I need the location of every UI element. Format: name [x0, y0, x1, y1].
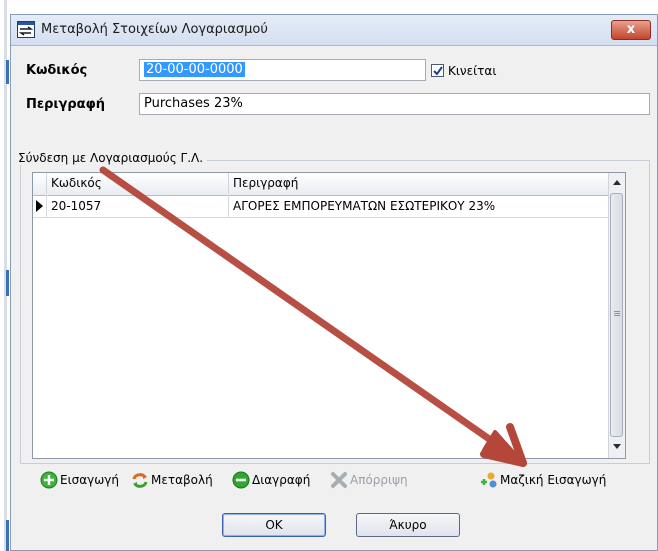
- background-accent: [6, 520, 9, 551]
- bulk-insert-label: Μαζική Εισαγωγή: [500, 473, 607, 487]
- row-code[interactable]: 20-1057: [47, 195, 229, 217]
- scroll-up-icon[interactable]: [613, 180, 621, 185]
- gl-accounts-grid[interactable]: Κωδικός Περιγραφή 20-1057 ΑΓΟΡΕΣ ΕΜΠΟΡΕΥ…: [32, 172, 626, 459]
- code-label: Κωδικός: [26, 63, 88, 78]
- column-header-code[interactable]: Κωδικός: [47, 173, 229, 194]
- gl-link-group-title: Σύνδεση με Λογαριασμούς Γ.Λ.: [18, 151, 208, 165]
- cancel-button[interactable]: Άκυρο: [356, 513, 460, 537]
- background-accent: [6, 60, 9, 84]
- table-row[interactable]: 20-1057 ΑΓΟΡΕΣ ΕΜΠΟΡΕΥΜΑΤΩΝ ΕΣΩΤΕΡΙΚΟΥ 2…: [33, 195, 611, 218]
- row-description[interactable]: ΑΓΟΡΕΣ ΕΜΠΟΡΕΥΜΑΤΩΝ ΕΣΩΤΕΡΙΚΟΥ 23%: [229, 195, 611, 217]
- description-value: Purchases 23%: [144, 96, 243, 111]
- ok-button[interactable]: OK: [222, 513, 326, 537]
- minus-circle-icon: [232, 471, 250, 489]
- close-button[interactable]: x: [611, 20, 651, 40]
- grid-scrollbar[interactable]: [608, 173, 625, 458]
- bulk-insert-icon: [481, 472, 497, 488]
- description-label: Περιγραφή: [26, 97, 106, 112]
- window-icon: [17, 21, 35, 38]
- refresh-arrows-icon: [132, 473, 148, 488]
- x-mark-icon: [331, 472, 347, 488]
- window-title: Μεταβολή Στοιχείων Λογαριασμού: [41, 22, 268, 37]
- description-field[interactable]: Purchases 23%: [139, 93, 650, 115]
- code-value: 20-00-00-0000: [144, 62, 245, 77]
- title-bar[interactable]: Μεταβολή Στοιχείων Λογαριασμού x: [11, 15, 657, 46]
- background-accent: [6, 270, 9, 296]
- delete-label: Διαγραφή: [252, 473, 311, 487]
- code-field[interactable]: 20-00-00-0000: [139, 59, 426, 81]
- moves-checkbox-label[interactable]: Κινείται: [448, 64, 496, 78]
- close-icon: x: [626, 22, 636, 37]
- scroll-down-icon[interactable]: [613, 444, 621, 449]
- row-pointer-icon: [33, 195, 47, 217]
- header-indicator-cell: [33, 173, 47, 194]
- grid-header: Κωδικός Περιγραφή: [33, 173, 611, 196]
- moves-checkbox[interactable]: [431, 64, 444, 77]
- plus-circle-icon: [40, 471, 58, 489]
- reject-label: Απόρριψη: [350, 473, 408, 487]
- scroll-thumb[interactable]: [610, 193, 623, 437]
- modify-label: Μεταβολή: [151, 473, 213, 487]
- checkmark-icon: [433, 66, 443, 76]
- column-header-description[interactable]: Περιγραφή: [229, 173, 611, 194]
- insert-label: Εισαγωγή: [60, 473, 120, 487]
